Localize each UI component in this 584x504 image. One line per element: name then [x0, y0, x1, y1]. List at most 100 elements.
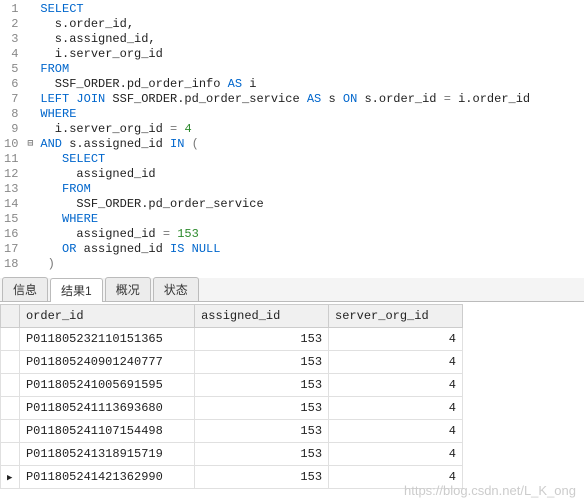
line-number: 10: [4, 137, 18, 152]
fold-marker: [24, 242, 36, 257]
fold-marker: [24, 182, 36, 197]
line-number: 2: [4, 17, 18, 32]
cell-server-org-id[interactable]: 4: [329, 374, 463, 397]
fold-marker[interactable]: ⊟: [24, 137, 36, 152]
line-number: 16: [4, 227, 18, 242]
code-line[interactable]: FROM: [40, 62, 530, 77]
table-row[interactable]: P0118052414213629901534: [1, 466, 463, 489]
code-line[interactable]: SSF_ORDER.pd_order_info AS i: [40, 77, 530, 92]
tab-1[interactable]: 结果1: [50, 278, 103, 302]
code-line[interactable]: WHERE: [40, 212, 530, 227]
table-row[interactable]: P0118052410056915951534: [1, 374, 463, 397]
cell-server-org-id[interactable]: 4: [329, 443, 463, 466]
fold-marker: [24, 257, 36, 272]
fold-marker: [24, 212, 36, 227]
fold-marker: [24, 17, 36, 32]
tab-3[interactable]: 状态: [153, 277, 199, 301]
cell-assigned-id[interactable]: 153: [195, 420, 329, 443]
line-number: 4: [4, 47, 18, 62]
fold-marker: [24, 32, 36, 47]
col-header-assigned_id[interactable]: assigned_id: [195, 305, 329, 328]
cell-server-org-id[interactable]: 4: [329, 420, 463, 443]
fold-marker: [24, 167, 36, 182]
cell-assigned-id[interactable]: 153: [195, 374, 329, 397]
cell-order-id[interactable]: P011805241107154498: [19, 420, 194, 443]
cell-order-id[interactable]: P011805232110151365: [19, 328, 194, 351]
tab-2[interactable]: 概况: [105, 277, 151, 301]
cell-assigned-id[interactable]: 153: [195, 397, 329, 420]
cell-server-org-id[interactable]: 4: [329, 466, 463, 489]
fold-marker: [24, 227, 36, 242]
row-marker: [1, 466, 20, 489]
cell-server-org-id[interactable]: 4: [329, 397, 463, 420]
code-line[interactable]: LEFT JOIN SSF_ORDER.pd_order_service AS …: [40, 92, 530, 107]
fold-marker: [24, 197, 36, 212]
code-line[interactable]: ): [40, 257, 530, 272]
line-gutter: 123456789101112131415161718: [0, 0, 24, 278]
row-marker: [1, 374, 20, 397]
table-row[interactable]: P0118052411071544981534: [1, 420, 463, 443]
code-line[interactable]: OR assigned_id IS NULL: [40, 242, 530, 257]
table-row[interactable]: P0118052411136936801534: [1, 397, 463, 420]
line-number: 8: [4, 107, 18, 122]
fold-column[interactable]: ⊟: [24, 0, 36, 278]
line-number: 3: [4, 32, 18, 47]
line-number: 13: [4, 182, 18, 197]
table-row[interactable]: P0118052413189157191534: [1, 443, 463, 466]
tab-0[interactable]: 信息: [2, 277, 48, 301]
line-number: 11: [4, 152, 18, 167]
line-number: 18: [4, 257, 18, 272]
fold-marker: [24, 62, 36, 77]
code-line[interactable]: i.server_org_id: [40, 47, 530, 62]
col-header-server_org_id[interactable]: server_org_id: [329, 305, 463, 328]
fold-marker: [24, 2, 36, 17]
fold-marker: [24, 92, 36, 107]
cell-assigned-id[interactable]: 153: [195, 351, 329, 374]
row-marker-header: [1, 305, 20, 328]
fold-marker: [24, 107, 36, 122]
code-area[interactable]: SELECT s.order_id, s.assigned_id, i.serv…: [36, 0, 534, 278]
code-line[interactable]: AND s.assigned_id IN (: [40, 137, 530, 152]
cell-order-id[interactable]: P011805241113693680: [19, 397, 194, 420]
line-number: 15: [4, 212, 18, 227]
code-line[interactable]: assigned_id = 153: [40, 227, 530, 242]
code-line[interactable]: SELECT: [40, 2, 530, 17]
line-number: 9: [4, 122, 18, 137]
code-line[interactable]: SSF_ORDER.pd_order_service: [40, 197, 530, 212]
cell-order-id[interactable]: P011805240901240777: [19, 351, 194, 374]
fold-marker: [24, 47, 36, 62]
line-number: 12: [4, 167, 18, 182]
cell-order-id[interactable]: P011805241421362990: [19, 466, 194, 489]
fold-marker: [24, 122, 36, 137]
cell-assigned-id[interactable]: 153: [195, 328, 329, 351]
fold-marker: [24, 77, 36, 92]
sql-editor[interactable]: 123456789101112131415161718 ⊟ SELECT s.o…: [0, 0, 584, 278]
line-number: 5: [4, 62, 18, 77]
code-line[interactable]: FROM: [40, 182, 530, 197]
result-grid[interactable]: order_idassigned_idserver_org_id P011805…: [0, 304, 463, 489]
cell-order-id[interactable]: P011805241318915719: [19, 443, 194, 466]
code-line[interactable]: s.order_id,: [40, 17, 530, 32]
row-marker: [1, 397, 20, 420]
line-number: 7: [4, 92, 18, 107]
line-number: 1: [4, 2, 18, 17]
row-marker: [1, 351, 20, 374]
row-marker: [1, 420, 20, 443]
table-row[interactable]: P0118052409012407771534: [1, 351, 463, 374]
cell-server-org-id[interactable]: 4: [329, 328, 463, 351]
cell-assigned-id[interactable]: 153: [195, 466, 329, 489]
col-header-order_id[interactable]: order_id: [19, 305, 194, 328]
row-marker: [1, 443, 20, 466]
cell-assigned-id[interactable]: 153: [195, 443, 329, 466]
result-tabs: 信息结果1概况状态: [0, 278, 584, 302]
code-line[interactable]: i.server_org_id = 4: [40, 122, 530, 137]
code-line[interactable]: s.assigned_id,: [40, 32, 530, 47]
cell-server-org-id[interactable]: 4: [329, 351, 463, 374]
code-line[interactable]: WHERE: [40, 107, 530, 122]
table-row[interactable]: P0118052321101513651534: [1, 328, 463, 351]
code-line[interactable]: assigned_id: [40, 167, 530, 182]
code-line[interactable]: SELECT: [40, 152, 530, 167]
line-number: 17: [4, 242, 18, 257]
line-number: 6: [4, 77, 18, 92]
cell-order-id[interactable]: P011805241005691595: [19, 374, 194, 397]
